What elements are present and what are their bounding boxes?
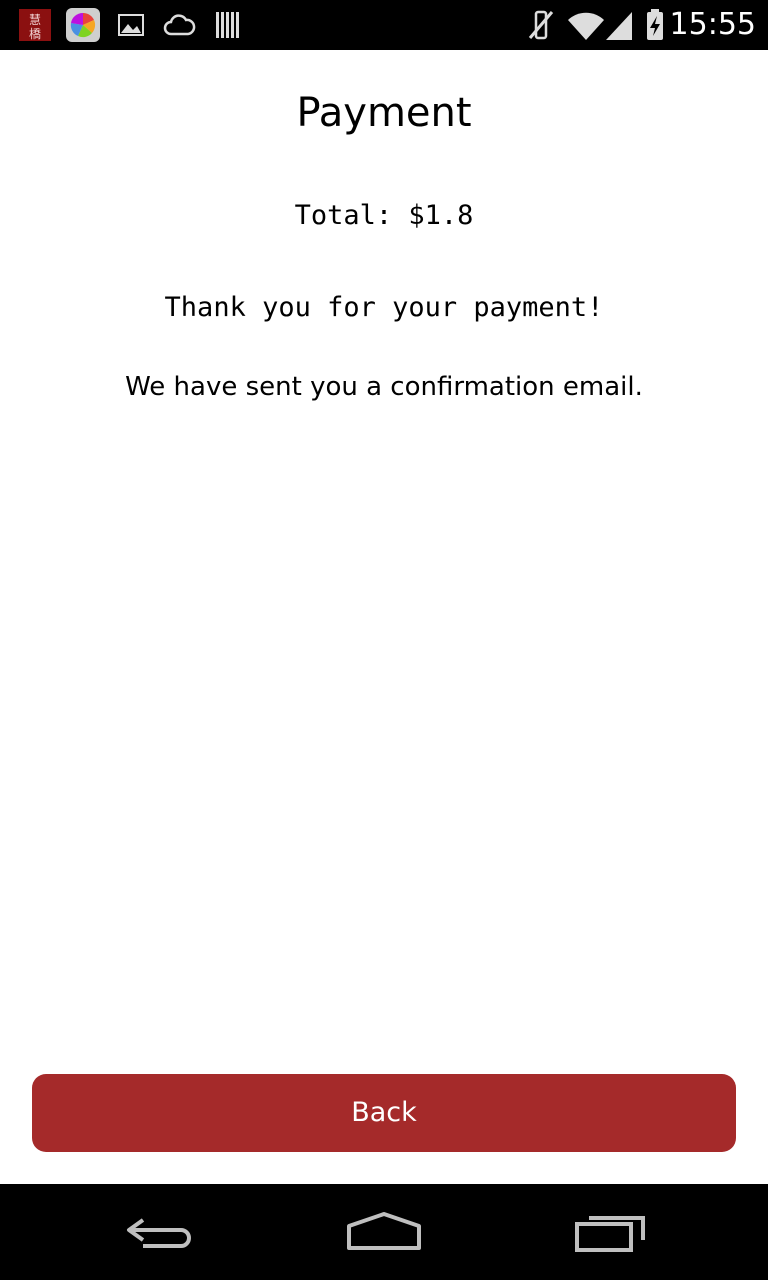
- payment-screen: Payment Total: $1.8 Thank you for your p…: [0, 50, 768, 1184]
- home-nav-icon[interactable]: [339, 1206, 429, 1258]
- barcode-icon: [210, 8, 244, 42]
- app-icon: 慧 橋: [18, 8, 52, 42]
- confirmation-message: We have sent you a confirmation email.: [125, 372, 643, 402]
- page-title: Payment: [296, 90, 472, 136]
- back-button[interactable]: Back: [32, 1074, 736, 1152]
- navigation-bar: [0, 1184, 768, 1280]
- color-wheel-icon: [66, 8, 100, 42]
- back-nav-icon[interactable]: [115, 1206, 205, 1258]
- cloud-icon: [162, 8, 196, 42]
- recents-nav-icon[interactable]: [565, 1206, 655, 1258]
- battery-charging-icon: [638, 8, 672, 42]
- signal-icon: [602, 8, 636, 42]
- thank-you-message: Thank you for your payment!: [164, 292, 604, 323]
- status-bar: 慧 橋 15:55: [0, 0, 768, 50]
- svg-text:橋: 橋: [29, 27, 41, 41]
- payment-total: Total: $1.8: [294, 200, 474, 231]
- svg-text:慧: 慧: [29, 12, 41, 27]
- status-time: 15:55: [669, 7, 756, 42]
- image-icon: [114, 8, 148, 42]
- mute-icon: [524, 8, 558, 42]
- wifi-icon: [566, 8, 606, 42]
